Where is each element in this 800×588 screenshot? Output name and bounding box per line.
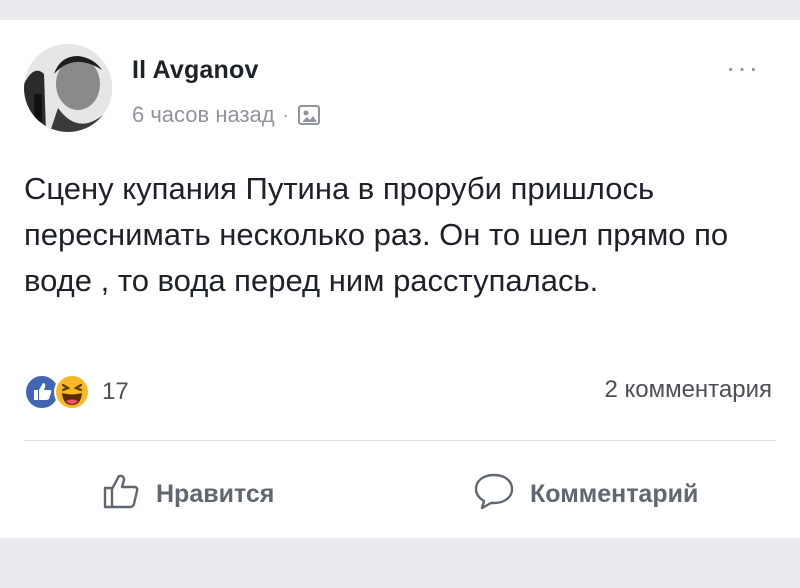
divider: [24, 440, 776, 441]
meta-separator: ·: [282, 104, 289, 125]
feed-separator: [0, 538, 800, 588]
avatar[interactable]: [24, 44, 112, 132]
post-text: Сцену купания Путина в проруби пришлось …: [24, 171, 729, 298]
comment-bubble-icon: [472, 470, 530, 519]
more-icon[interactable]: ···: [726, 52, 760, 84]
haha-reaction-icon: [54, 374, 90, 410]
comments-count[interactable]: 2 комментария: [604, 376, 772, 404]
comment-button-label: Комментарий: [530, 480, 699, 508]
reaction-count: 17: [102, 378, 129, 405]
post-time[interactable]: 6 часов назад: [132, 102, 275, 128]
post-card: Il Avganov 6 часов назад · ··· Сцену куп…: [0, 20, 800, 538]
thumbs-up-icon: [100, 470, 156, 519]
author-name[interactable]: Il Avganov: [132, 56, 259, 85]
like-button-label: Нравится: [156, 480, 275, 508]
audience-photo-icon[interactable]: [297, 103, 321, 127]
avatar-image: [24, 44, 112, 132]
reactions-summary[interactable]: 17: [24, 374, 129, 410]
like-button[interactable]: Нравится: [100, 470, 274, 519]
comment-button[interactable]: Комментарий: [472, 470, 698, 519]
post-meta: 6 часов назад ·: [132, 102, 321, 128]
